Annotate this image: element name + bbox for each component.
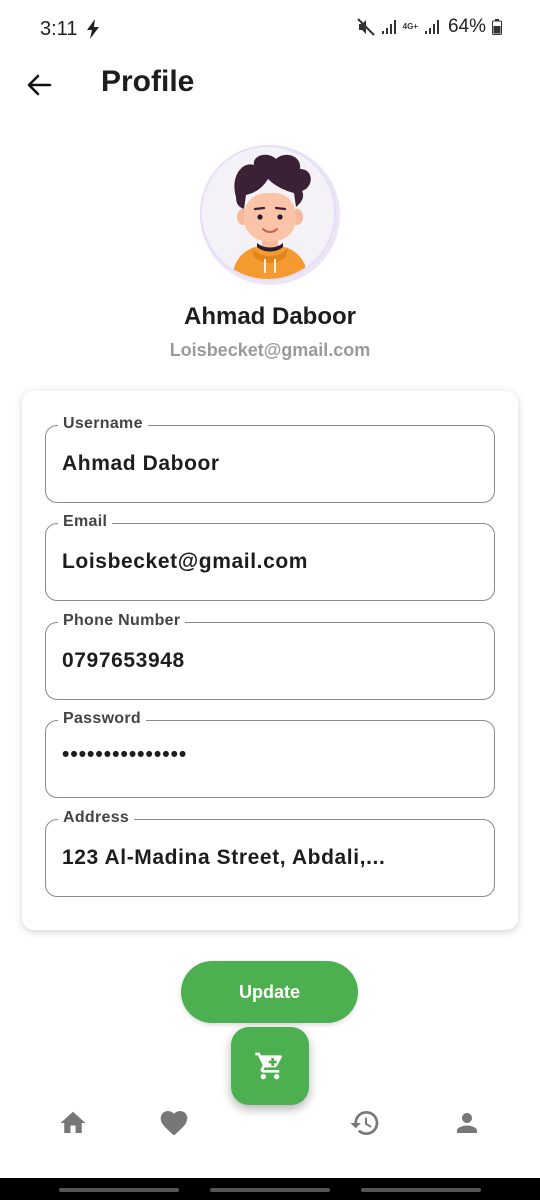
phone-field[interactable]: Phone Number 0797653948 xyxy=(45,612,495,700)
profile-form-card: Username Ahmad Daboor Email Loisbecket@g… xyxy=(22,391,518,930)
home-icon xyxy=(60,1111,86,1133)
update-button[interactable]: Update xyxy=(181,961,358,1023)
password-field[interactable]: Password ••••••••••••••• xyxy=(45,710,495,798)
profile-name: Ahmad Daboor xyxy=(183,303,356,330)
charging-icon xyxy=(87,19,99,39)
mute-icon xyxy=(356,18,375,36)
address-field[interactable]: Address 123 Al-Madina Street, Abdali,... xyxy=(45,809,495,897)
page-title: Profile xyxy=(101,65,195,98)
system-nav-back[interactable] xyxy=(361,1188,481,1192)
username-field[interactable]: Username Ahmad Daboor xyxy=(45,415,495,503)
username-label: Username xyxy=(58,415,148,433)
email-label: Email xyxy=(58,513,113,531)
history-icon xyxy=(350,1111,379,1135)
profile-screen: 3:11 4G+ 64% Profile Ahmad Daboor Loisbe… xyxy=(0,0,540,1200)
system-navigation-bar xyxy=(0,1178,540,1200)
status-time: 3:11 xyxy=(40,18,78,40)
phone-label: Phone Number xyxy=(58,612,186,630)
address-label: Address xyxy=(58,809,135,827)
avatar-illustration xyxy=(202,147,334,279)
nav-favorites[interactable] xyxy=(156,1105,192,1141)
password-value: ••••••••••••••• xyxy=(62,743,188,766)
password-label: Password xyxy=(58,710,146,728)
email-value: Loisbecket@gmail.com xyxy=(62,550,309,573)
nav-home[interactable] xyxy=(55,1105,91,1141)
battery-icon xyxy=(492,19,502,35)
arrow-left-icon xyxy=(27,74,52,96)
status-bar: 3:11 4G+ 64% xyxy=(0,0,540,60)
nav-history[interactable] xyxy=(347,1105,383,1141)
battery-percent: 64% xyxy=(447,16,486,37)
signal-icon-2 xyxy=(424,20,439,34)
email-field[interactable]: Email Loisbecket@gmail.com xyxy=(45,513,495,601)
avatar[interactable] xyxy=(200,145,336,281)
status-icons: 4G+ 64% xyxy=(356,16,502,38)
network-type: 4G+ xyxy=(402,22,418,31)
system-nav-recent[interactable] xyxy=(59,1188,179,1192)
nav-profile[interactable] xyxy=(449,1105,485,1141)
signal-icon xyxy=(381,20,396,34)
address-value: 123 Al-Madina Street, Abdali,... xyxy=(62,846,386,869)
phone-value: 0797653948 xyxy=(62,649,185,672)
person-icon xyxy=(457,1113,477,1133)
profile-email: Loisbecket@gmail.com xyxy=(169,340,371,360)
username-value: Ahmad Daboor xyxy=(62,452,220,475)
app-bar: Profile xyxy=(0,60,540,108)
cart-button[interactable] xyxy=(231,1027,309,1105)
system-nav-home[interactable] xyxy=(210,1188,330,1192)
heart-icon xyxy=(160,1111,188,1136)
cart-icon xyxy=(255,1052,283,1080)
back-button[interactable] xyxy=(22,68,56,102)
